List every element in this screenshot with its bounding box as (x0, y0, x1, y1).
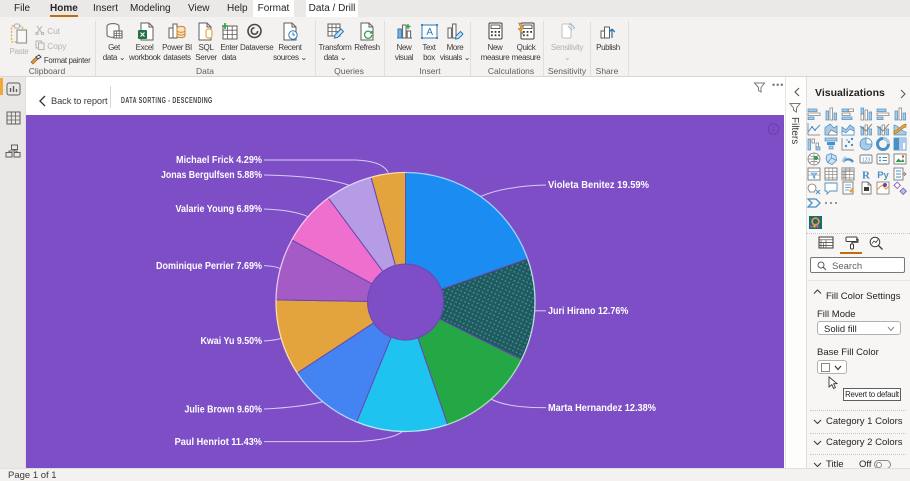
svg-text:Py: Py (877, 170, 889, 181)
svg-text:Dominique Perrier 7.69%: Dominique Perrier 7.69% (156, 261, 262, 272)
svg-text:A: A (426, 27, 433, 38)
svg-text:Kwai Yu 9.50%: Kwai Yu 9.50% (201, 336, 263, 347)
svg-text:Jonas Bergulfsen 5.88%: Jonas Bergulfsen 5.88% (161, 170, 262, 181)
svg-text:Valarie Young 6.89%: Valarie Young 6.89% (176, 204, 263, 215)
svg-text:Marta Hernandez 12.38%: Marta Hernandez 12.38% (548, 403, 656, 414)
svg-text:Michael Frick 4.29%: Michael Frick 4.29% (176, 155, 262, 166)
svg-text:R: R (862, 169, 871, 181)
svg-text:123: 123 (861, 157, 870, 163)
svg-text:Julie Brown 9.60%: Julie Brown 9.60% (185, 404, 263, 415)
svg-text:Paul Henriot 11.43%: Paul Henriot 11.43% (175, 437, 262, 448)
svg-text:Violeta Benitez 19.59%: Violeta Benitez 19.59% (548, 180, 649, 191)
svg-text:Juri Hirano 12.76%: Juri Hirano 12.76% (548, 306, 628, 317)
